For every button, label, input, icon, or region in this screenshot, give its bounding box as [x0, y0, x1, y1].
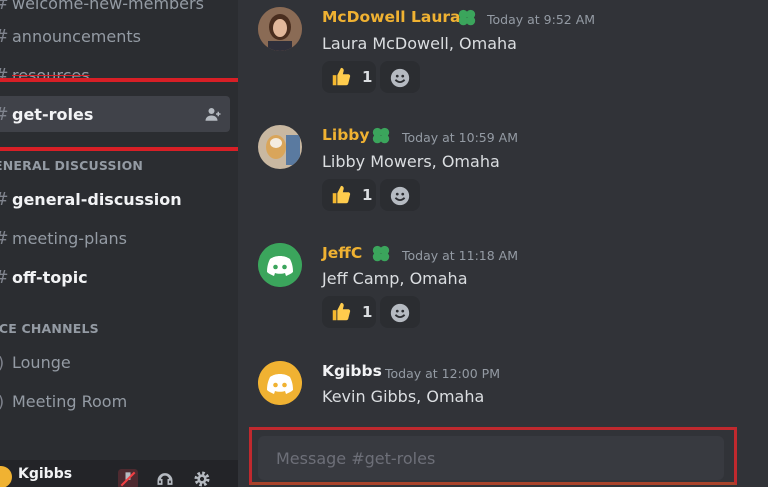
- thumbs-up-reaction[interactable]: 1: [322, 179, 376, 211]
- channel-general-discussion[interactable]: # general-discussion: [0, 181, 230, 217]
- mute-microphone-icon[interactable]: [118, 469, 138, 487]
- channel-meeting-plans[interactable]: # meeting-plans: [0, 220, 230, 256]
- smile-icon: [390, 68, 410, 88]
- channel-sidebar: # welcome-new-members # announcements # …: [0, 0, 238, 487]
- message-content: Jeff Camp, Omaha: [322, 269, 468, 288]
- add-member-icon[interactable]: [204, 105, 222, 123]
- clover-badge-icon: [372, 245, 390, 262]
- hash-icon: #: [0, 26, 10, 47]
- message-timestamp: Today at 11:18 AM: [402, 248, 518, 263]
- message-timestamp: Today at 10:59 AM: [402, 130, 518, 145]
- message-timestamp: Today at 12:00 PM: [385, 366, 500, 381]
- avatar[interactable]: [258, 125, 302, 169]
- hash-icon: #: [0, 104, 10, 125]
- composer-field: [258, 436, 724, 480]
- speaker-icon: ): [0, 353, 10, 372]
- channel-meeting-room[interactable]: ) Meeting Room: [0, 383, 230, 419]
- hash-icon: #: [0, 65, 10, 86]
- speaker-icon: ): [0, 392, 10, 411]
- channel-off-topic[interactable]: # off-topic: [0, 259, 230, 295]
- message-content: Kevin Gibbs, Omaha: [322, 387, 485, 406]
- hash-icon: #: [0, 267, 10, 288]
- message-author[interactable]: JeffC: [322, 244, 362, 262]
- thumbs-up-reaction[interactable]: 1: [322, 296, 376, 328]
- add-reaction-button[interactable]: [380, 296, 420, 328]
- add-reaction-button[interactable]: [380, 61, 420, 93]
- message-input[interactable]: [258, 436, 724, 480]
- username: Kgibbs: [18, 466, 73, 482]
- hash-icon: #: [0, 189, 10, 210]
- channel-announcements[interactable]: # announcements: [0, 18, 230, 54]
- channel-lounge[interactable]: ) Lounge: [0, 344, 230, 380]
- channel-get-roles[interactable]: # get-roles: [0, 96, 230, 132]
- thumbs-up-reaction[interactable]: 1: [322, 61, 376, 93]
- hash-icon: #: [0, 228, 10, 249]
- thumbs-up-icon: [332, 302, 351, 321]
- headset-icon[interactable]: [155, 469, 175, 487]
- message-timestamp: Today at 9:52 AM: [487, 12, 596, 27]
- channel-resources[interactable]: # resources: [0, 57, 230, 93]
- message-author[interactable]: Kgibbs: [322, 362, 382, 380]
- discord-logo-icon: [258, 361, 302, 405]
- add-reaction-button[interactable]: [380, 179, 420, 211]
- smile-icon: [390, 303, 410, 323]
- message-composer: [249, 427, 737, 485]
- message-content: Laura McDowell, Omaha: [322, 34, 517, 53]
- hash-icon: #: [0, 0, 10, 14]
- avatar[interactable]: [0, 466, 12, 487]
- message-author[interactable]: McDowell Laura: [322, 8, 460, 26]
- gear-icon[interactable]: [192, 469, 212, 487]
- category-voice-channels[interactable]: ICE CHANNELS: [0, 321, 99, 336]
- user-panel: Kgibbs: [0, 460, 238, 487]
- avatar[interactable]: [258, 7, 302, 51]
- thumbs-up-icon: [332, 67, 351, 86]
- category-general-discussion[interactable]: ENERAL DISCUSSION: [0, 158, 143, 173]
- message-author[interactable]: Libby: [322, 126, 369, 144]
- message-content: Libby Mowers, Omaha: [322, 152, 500, 171]
- chat-area: McDowell Laura Today at 9:52 AM Laura Mc…: [238, 0, 768, 487]
- thumbs-up-icon: [332, 185, 351, 204]
- clover-badge-icon: [372, 127, 390, 144]
- clover-badge-icon: [458, 9, 476, 26]
- avatar[interactable]: [258, 243, 302, 287]
- avatar[interactable]: [258, 361, 302, 405]
- smile-icon: [390, 186, 410, 206]
- discord-logo-icon: [258, 243, 302, 287]
